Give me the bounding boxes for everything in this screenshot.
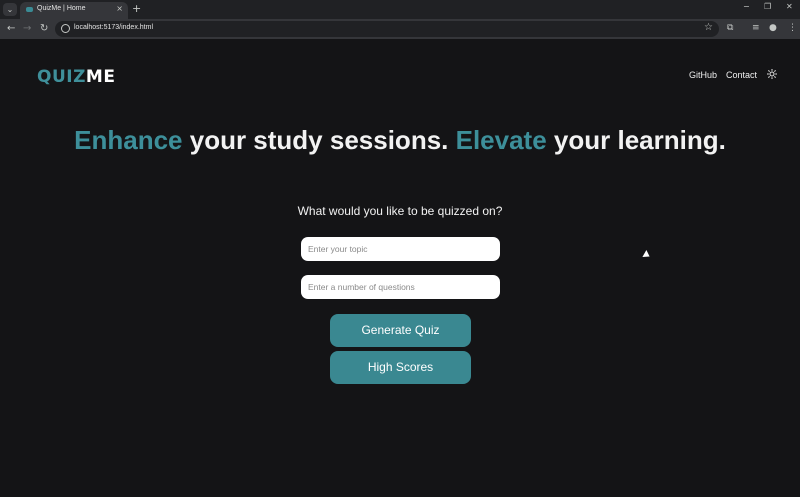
hero-headline: Enhance your study sessions. Elevate you…: [0, 125, 800, 156]
close-window-button[interactable]: ✕: [786, 2, 793, 11]
mouse-cursor-icon: [642, 250, 652, 260]
tab-title: QuizMe | Home: [37, 5, 86, 12]
logo-part-me: ME: [85, 67, 116, 87]
hero-accent-enhance: Enhance: [74, 125, 183, 155]
url-text[interactable]: localhost:5173/index.html: [74, 24, 153, 31]
browser-tab-bar: ⌄ QuizMe | Home × + − ❐ ✕: [0, 0, 800, 19]
hero-text-2: your learning.: [546, 125, 726, 155]
forward-arrow-icon[interactable]: →: [23, 23, 31, 35]
restore-button[interactable]: ❐: [764, 2, 771, 11]
minimize-button[interactable]: −: [743, 2, 750, 11]
nav-link-github[interactable]: GitHub: [689, 70, 717, 80]
menu-dots-icon[interactable]: ⋮: [788, 23, 797, 33]
app-logo[interactable]: QUIZME: [37, 67, 115, 87]
tab-close-icon[interactable]: ×: [116, 4, 123, 13]
generate-quiz-button[interactable]: Generate Quiz: [330, 314, 471, 347]
bookmark-star-icon[interactable]: ☆: [704, 22, 713, 33]
page-content: QUIZME GitHub Contact Enhance your study…: [0, 39, 800, 497]
reload-icon[interactable]: ↻: [40, 23, 48, 35]
extensions-icon[interactable]: ⧉: [727, 23, 733, 33]
quiz-prompt: What would you like to be quizzed on?: [297, 204, 503, 218]
address-bar[interactable]: localhost:5173/index.html ☆: [55, 21, 719, 37]
question-count-input[interactable]: [301, 275, 500, 299]
nav-link-contact[interactable]: Contact: [726, 70, 757, 80]
chevron-down-icon: ⌄: [6, 5, 14, 14]
topic-input[interactable]: [301, 237, 500, 261]
high-scores-button[interactable]: High Scores: [330, 351, 471, 384]
tab-list-button[interactable]: ⌄: [3, 3, 17, 16]
new-tab-button[interactable]: +: [132, 2, 141, 15]
media-controls-icon[interactable]: ≡: [752, 23, 760, 33]
site-info-icon[interactable]: [61, 24, 70, 33]
favicon-icon: [26, 7, 33, 12]
hero-accent-elevate: Elevate: [455, 125, 547, 155]
sun-icon[interactable]: [767, 69, 777, 79]
hero-text-1: your study sessions.: [182, 125, 456, 155]
profile-icon[interactable]: ●: [769, 23, 777, 33]
browser-tab-active[interactable]: QuizMe | Home ×: [20, 2, 128, 19]
browser-toolbar: ← → ↻ localhost:5173/index.html ☆ ⧉ ≡ ● …: [0, 19, 800, 39]
back-arrow-icon[interactable]: ←: [7, 23, 15, 35]
logo-part-quiz: QUIZ: [37, 67, 86, 87]
